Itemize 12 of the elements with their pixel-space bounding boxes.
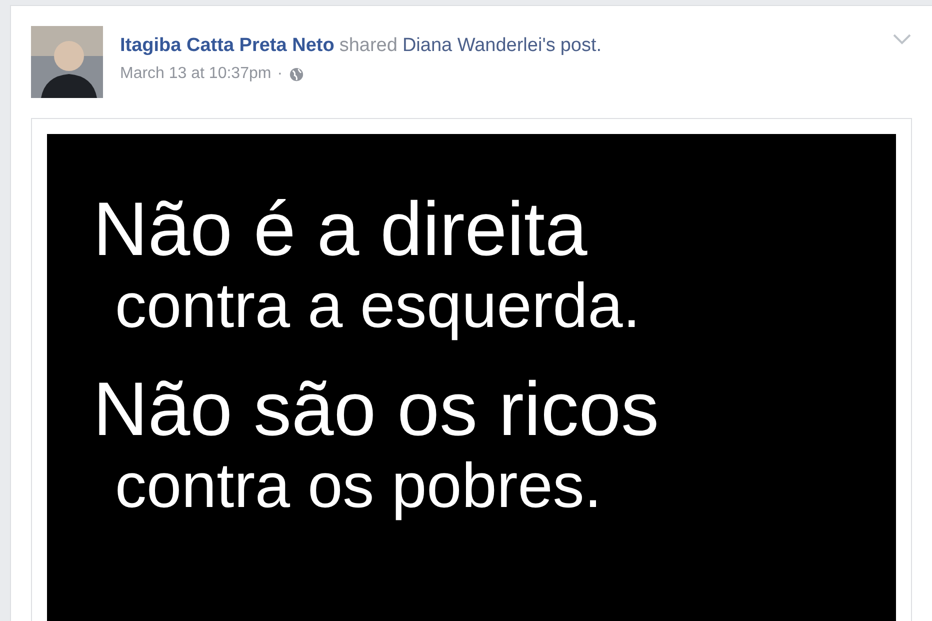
image-text: Não são os ricos <box>93 369 660 451</box>
globe-icon <box>288 66 304 82</box>
source-link[interactable]: Diana Wanderlei's <box>402 35 556 57</box>
image-text: contra a esquerda. <box>115 271 642 341</box>
image-text: contra os pobres. <box>115 451 603 521</box>
image-text: Não é a direita <box>93 189 588 271</box>
action-text: shared <box>339 35 398 57</box>
author-link[interactable]: Itagiba Catta Preta Neto <box>120 35 334 57</box>
post-link[interactable]: post. <box>560 35 602 57</box>
shared-image[interactable]: Não é a direita contra a esquerda. Não são os ricos contra os pobres. <box>47 134 896 621</box>
separator: · <box>277 65 283 83</box>
avatar[interactable] <box>31 26 103 98</box>
